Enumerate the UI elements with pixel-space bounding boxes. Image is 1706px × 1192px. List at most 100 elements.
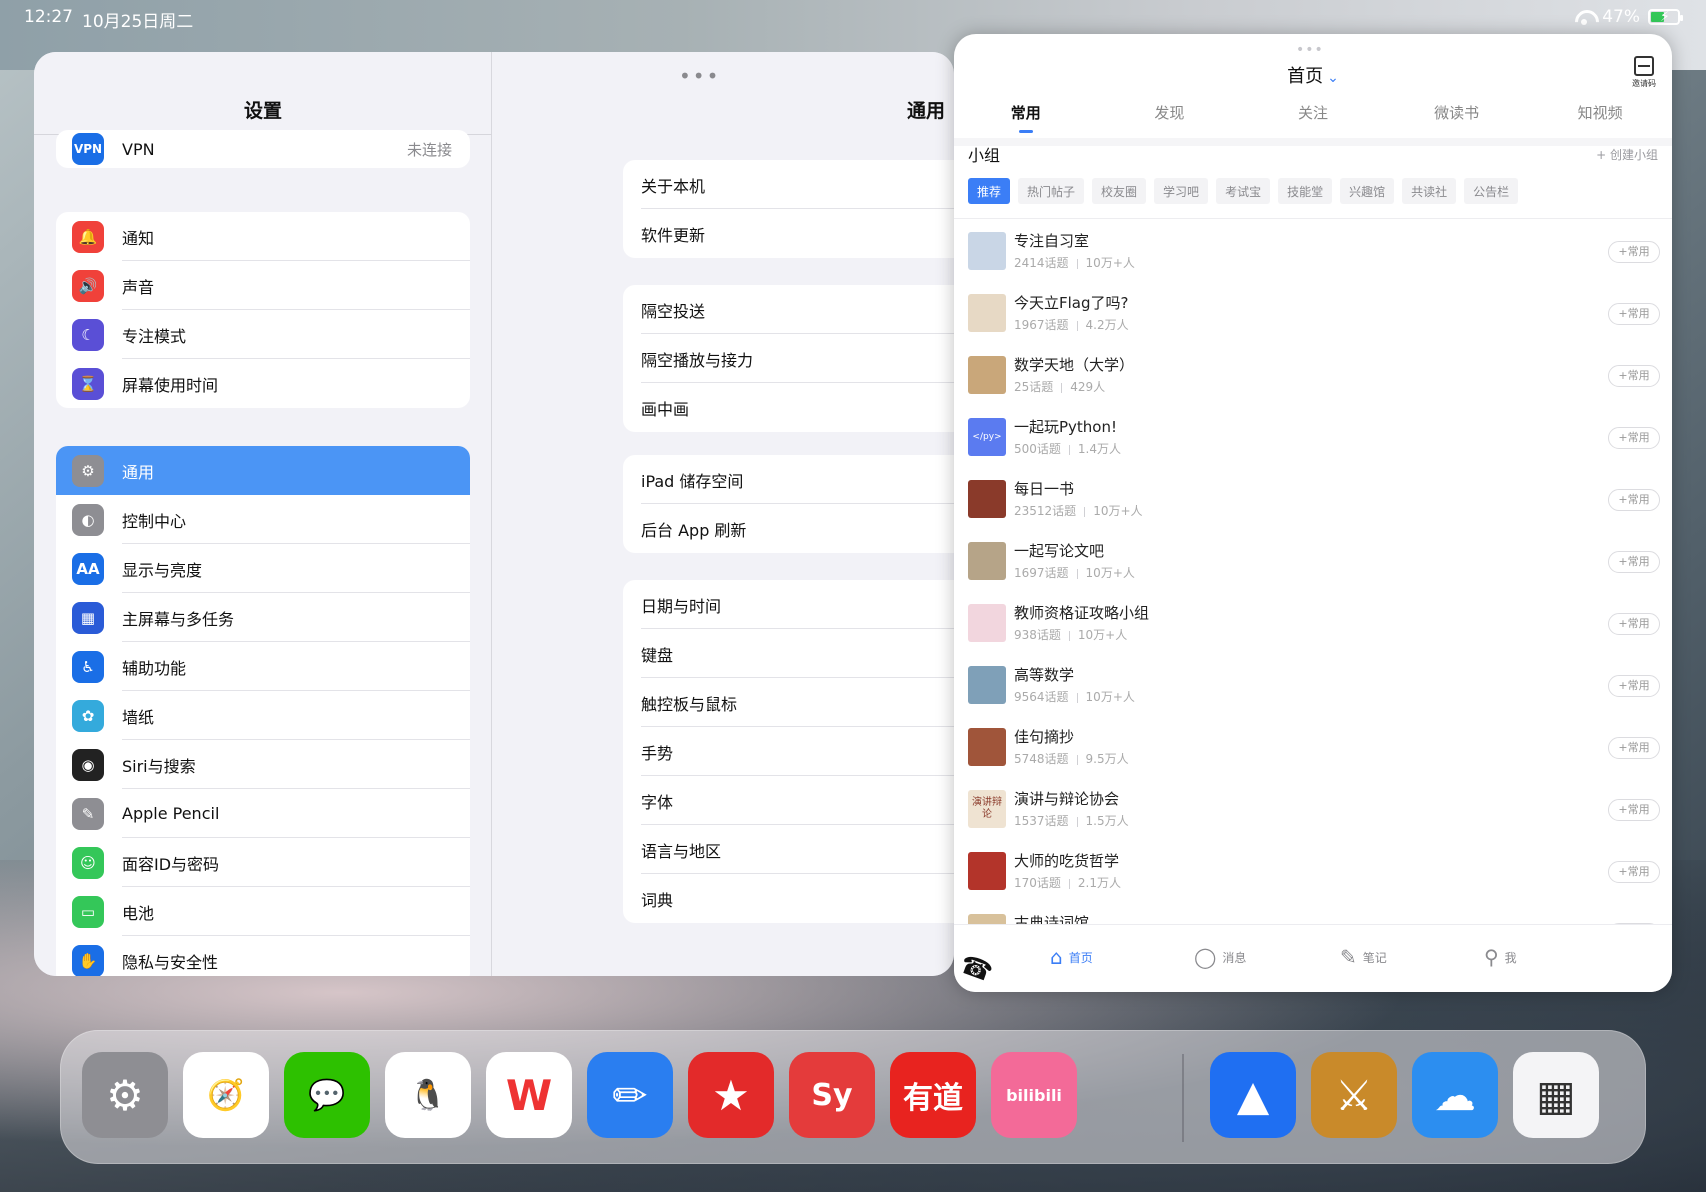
list-item[interactable]: 演讲辩论 演讲与辩论协会 1537话题 1.5万人 +常用: [954, 778, 1672, 840]
detail-item[interactable]: 画中画: [623, 383, 954, 432]
detail-item[interactable]: 日期与时间: [623, 580, 954, 629]
list-item[interactable]: 高等数学 9564话题 10万+人 +常用: [954, 654, 1672, 716]
add-to-favorites-button[interactable]: +常用: [1608, 427, 1660, 449]
list-item[interactable]: 教师资格证攻略小组 938话题 10万+人 +常用: [954, 592, 1672, 654]
scan-label: 邀请码: [1632, 79, 1656, 88]
app-library-folder[interactable]: ▦: [1513, 1052, 1599, 1138]
lanhu-app[interactable]: ▲: [1210, 1052, 1296, 1138]
app-title-dropdown[interactable]: 首页 ⌄: [954, 62, 1672, 88]
add-to-favorites-button[interactable]: +常用: [1608, 737, 1660, 759]
detail-item[interactable]: 隔空投送: [623, 285, 954, 334]
add-to-favorites-button[interactable]: +常用: [1608, 365, 1660, 387]
tab-1[interactable]: 发现: [1098, 102, 1242, 138]
chip-7[interactable]: 共读社: [1402, 178, 1457, 204]
chip-4[interactable]: 考试宝: [1216, 178, 1271, 204]
sidebar-item-label: 屏幕使用时间: [122, 375, 219, 395]
scan-code-button[interactable]: 邀请码: [1630, 56, 1658, 89]
youdao-app[interactable]: 有道: [890, 1052, 976, 1138]
create-group-link[interactable]: + 创建小组: [1596, 146, 1658, 163]
detail-item[interactable]: iPad 储存空间: [623, 455, 954, 504]
detail-item[interactable]: 触控板与鼠标: [623, 678, 954, 727]
sidebar-item-3-group2[interactable]: ▦ 主屏幕与多任务: [56, 593, 470, 642]
sidebar-item-6-group2[interactable]: ◉ Siri与搜索: [56, 740, 470, 789]
sidebar-item-2-group2[interactable]: AA 显示与亮度: [56, 544, 470, 593]
sidebar-item-0-group1[interactable]: 🔔 通知: [56, 212, 470, 261]
add-to-favorites-button[interactable]: +常用: [1608, 799, 1660, 821]
xuexitong-app[interactable]: ★: [688, 1052, 774, 1138]
sidebar-item-8-group2[interactable]: ☺ 面容ID与密码: [56, 838, 470, 887]
list-item[interactable]: 每日一书 23512话题 10万+人 +常用: [954, 468, 1672, 530]
safari-app[interactable]: 🧭: [183, 1052, 269, 1138]
detail-item[interactable]: 字体: [623, 776, 954, 825]
nav-home[interactable]: ⌂ 首页: [1050, 945, 1093, 969]
sidebar-item-0-group2[interactable]: ⚙ 通用: [56, 446, 470, 495]
settings-group-1: 🔔 通知 🔊 声音 ☾ 专注模式 ⌛ 屏幕使用时间: [56, 212, 470, 408]
sidebar-item-5-group2[interactable]: ✿ 墙纸: [56, 691, 470, 740]
sidebar-item-label: 控制中心: [122, 511, 187, 531]
chip-0[interactable]: 推荐: [968, 178, 1011, 204]
sidebar-item-9-group2[interactable]: ▭ 电池: [56, 887, 470, 936]
list-item[interactable]: 一起写论文吧 1697话题 10万+人 +常用: [954, 530, 1672, 592]
detail-item[interactable]: 语言与地区: [623, 825, 954, 874]
tab-4[interactable]: 知视频: [1528, 102, 1672, 138]
sy-app[interactable]: Sy: [789, 1052, 875, 1138]
detail-item[interactable]: 软件更新: [623, 209, 954, 258]
detail-item[interactable]: 键盘: [623, 629, 954, 678]
detail-item[interactable]: 词典: [623, 874, 954, 923]
chip-3[interactable]: 学习吧: [1154, 178, 1209, 204]
list-item[interactable]: </py> 一起玩Python! 500话题 1.4万人 +常用: [954, 406, 1672, 468]
pencil-app[interactable]: ✏: [587, 1052, 673, 1138]
detail-item-label: 语言与地区: [641, 841, 722, 861]
vpn-icon: VPN: [72, 133, 104, 165]
add-to-favorites-button[interactable]: +常用: [1608, 551, 1660, 573]
list-item[interactable]: 数学天地（大学） 25话题 429人 +常用: [954, 344, 1672, 406]
group-name: 数学天地（大学）: [1014, 356, 1135, 374]
chip-8[interactable]: 公告栏: [1464, 178, 1519, 204]
detail-item[interactable]: 后台 App 刷新: [623, 504, 954, 553]
chip-5[interactable]: 技能堂: [1278, 178, 1333, 204]
chip-2[interactable]: 校友圈: [1092, 178, 1147, 204]
add-to-favorites-button[interactable]: +常用: [1608, 675, 1660, 697]
detail-item[interactable]: 关于本机: [623, 160, 954, 209]
list-item[interactable]: 佳句摘抄 5748话题 9.5万人 +常用: [954, 716, 1672, 778]
list-item[interactable]: 专注自习室 2414话题 10万+人 +常用: [954, 220, 1672, 282]
tab-2[interactable]: 关注: [1241, 102, 1385, 138]
tab-0[interactable]: 常用: [954, 102, 1098, 138]
sidebar-item-1-group2[interactable]: ◐ 控制中心: [56, 495, 470, 544]
nav-note-edit[interactable]: ✎ 笔记: [1340, 945, 1387, 969]
bilibili-app[interactable]: bilibili: [991, 1052, 1077, 1138]
wechat-app[interactable]: 💬: [284, 1052, 370, 1138]
clash-app[interactable]: ⚔: [1311, 1052, 1397, 1138]
nav-chat-bubble[interactable]: ◯ 消息: [1194, 945, 1246, 969]
weather-app[interactable]: ☁: [1412, 1052, 1498, 1138]
add-to-favorites-button[interactable]: +常用: [1608, 489, 1660, 511]
sidebar-item-2-group1[interactable]: ☾ 专注模式: [56, 310, 470, 359]
chip-6[interactable]: 兴趣馆: [1340, 178, 1395, 204]
sidebar-item-4-group2[interactable]: ♿ 辅助功能: [56, 642, 470, 691]
sidebar-item-label: 墙纸: [122, 707, 155, 727]
add-to-favorites-button[interactable]: +常用: [1608, 303, 1660, 325]
sidebar-item-vpn[interactable]: VPN VPN 未连接: [56, 130, 470, 168]
sidebar-item-1-group1[interactable]: 🔊 声音: [56, 261, 470, 310]
detail-item[interactable]: 手势: [623, 727, 954, 776]
chip-1[interactable]: 热门帖子: [1018, 178, 1085, 204]
section-title: 小组: [968, 146, 1001, 165]
nav-person[interactable]: ⚲ 我: [1484, 945, 1517, 969]
sidebar-item-10-group2[interactable]: ✋ 隐私与安全性: [56, 936, 470, 976]
detail-item[interactable]: 隔空播放与接力: [623, 334, 954, 383]
settings-app[interactable]: ⚙: [82, 1052, 168, 1138]
member-count: 10万+人: [1077, 628, 1128, 642]
member-count: 10万+人: [1085, 256, 1135, 270]
add-to-favorites-button[interactable]: +常用: [1608, 861, 1660, 883]
add-to-favorites-button[interactable]: +常用: [1608, 241, 1660, 263]
add-to-favorites-button[interactable]: +常用: [1608, 613, 1660, 635]
tab-3[interactable]: 微读书: [1385, 102, 1529, 138]
slide-over-handle[interactable]: •••: [1296, 42, 1324, 58]
multitask-handle-icon[interactable]: •••: [679, 64, 720, 88]
wps-app[interactable]: W: [486, 1052, 572, 1138]
qq-app[interactable]: 🐧: [385, 1052, 471, 1138]
list-item[interactable]: 今天立Flag了吗? 1967话题 4.2万人 +常用: [954, 282, 1672, 344]
sidebar-item-3-group1[interactable]: ⌛ 屏幕使用时间: [56, 359, 470, 408]
sidebar-item-7-group2[interactable]: ✎ Apple Pencil: [56, 789, 470, 838]
list-item[interactable]: 大师的吃货哲学 170话题 2.1万人 +常用: [954, 840, 1672, 902]
